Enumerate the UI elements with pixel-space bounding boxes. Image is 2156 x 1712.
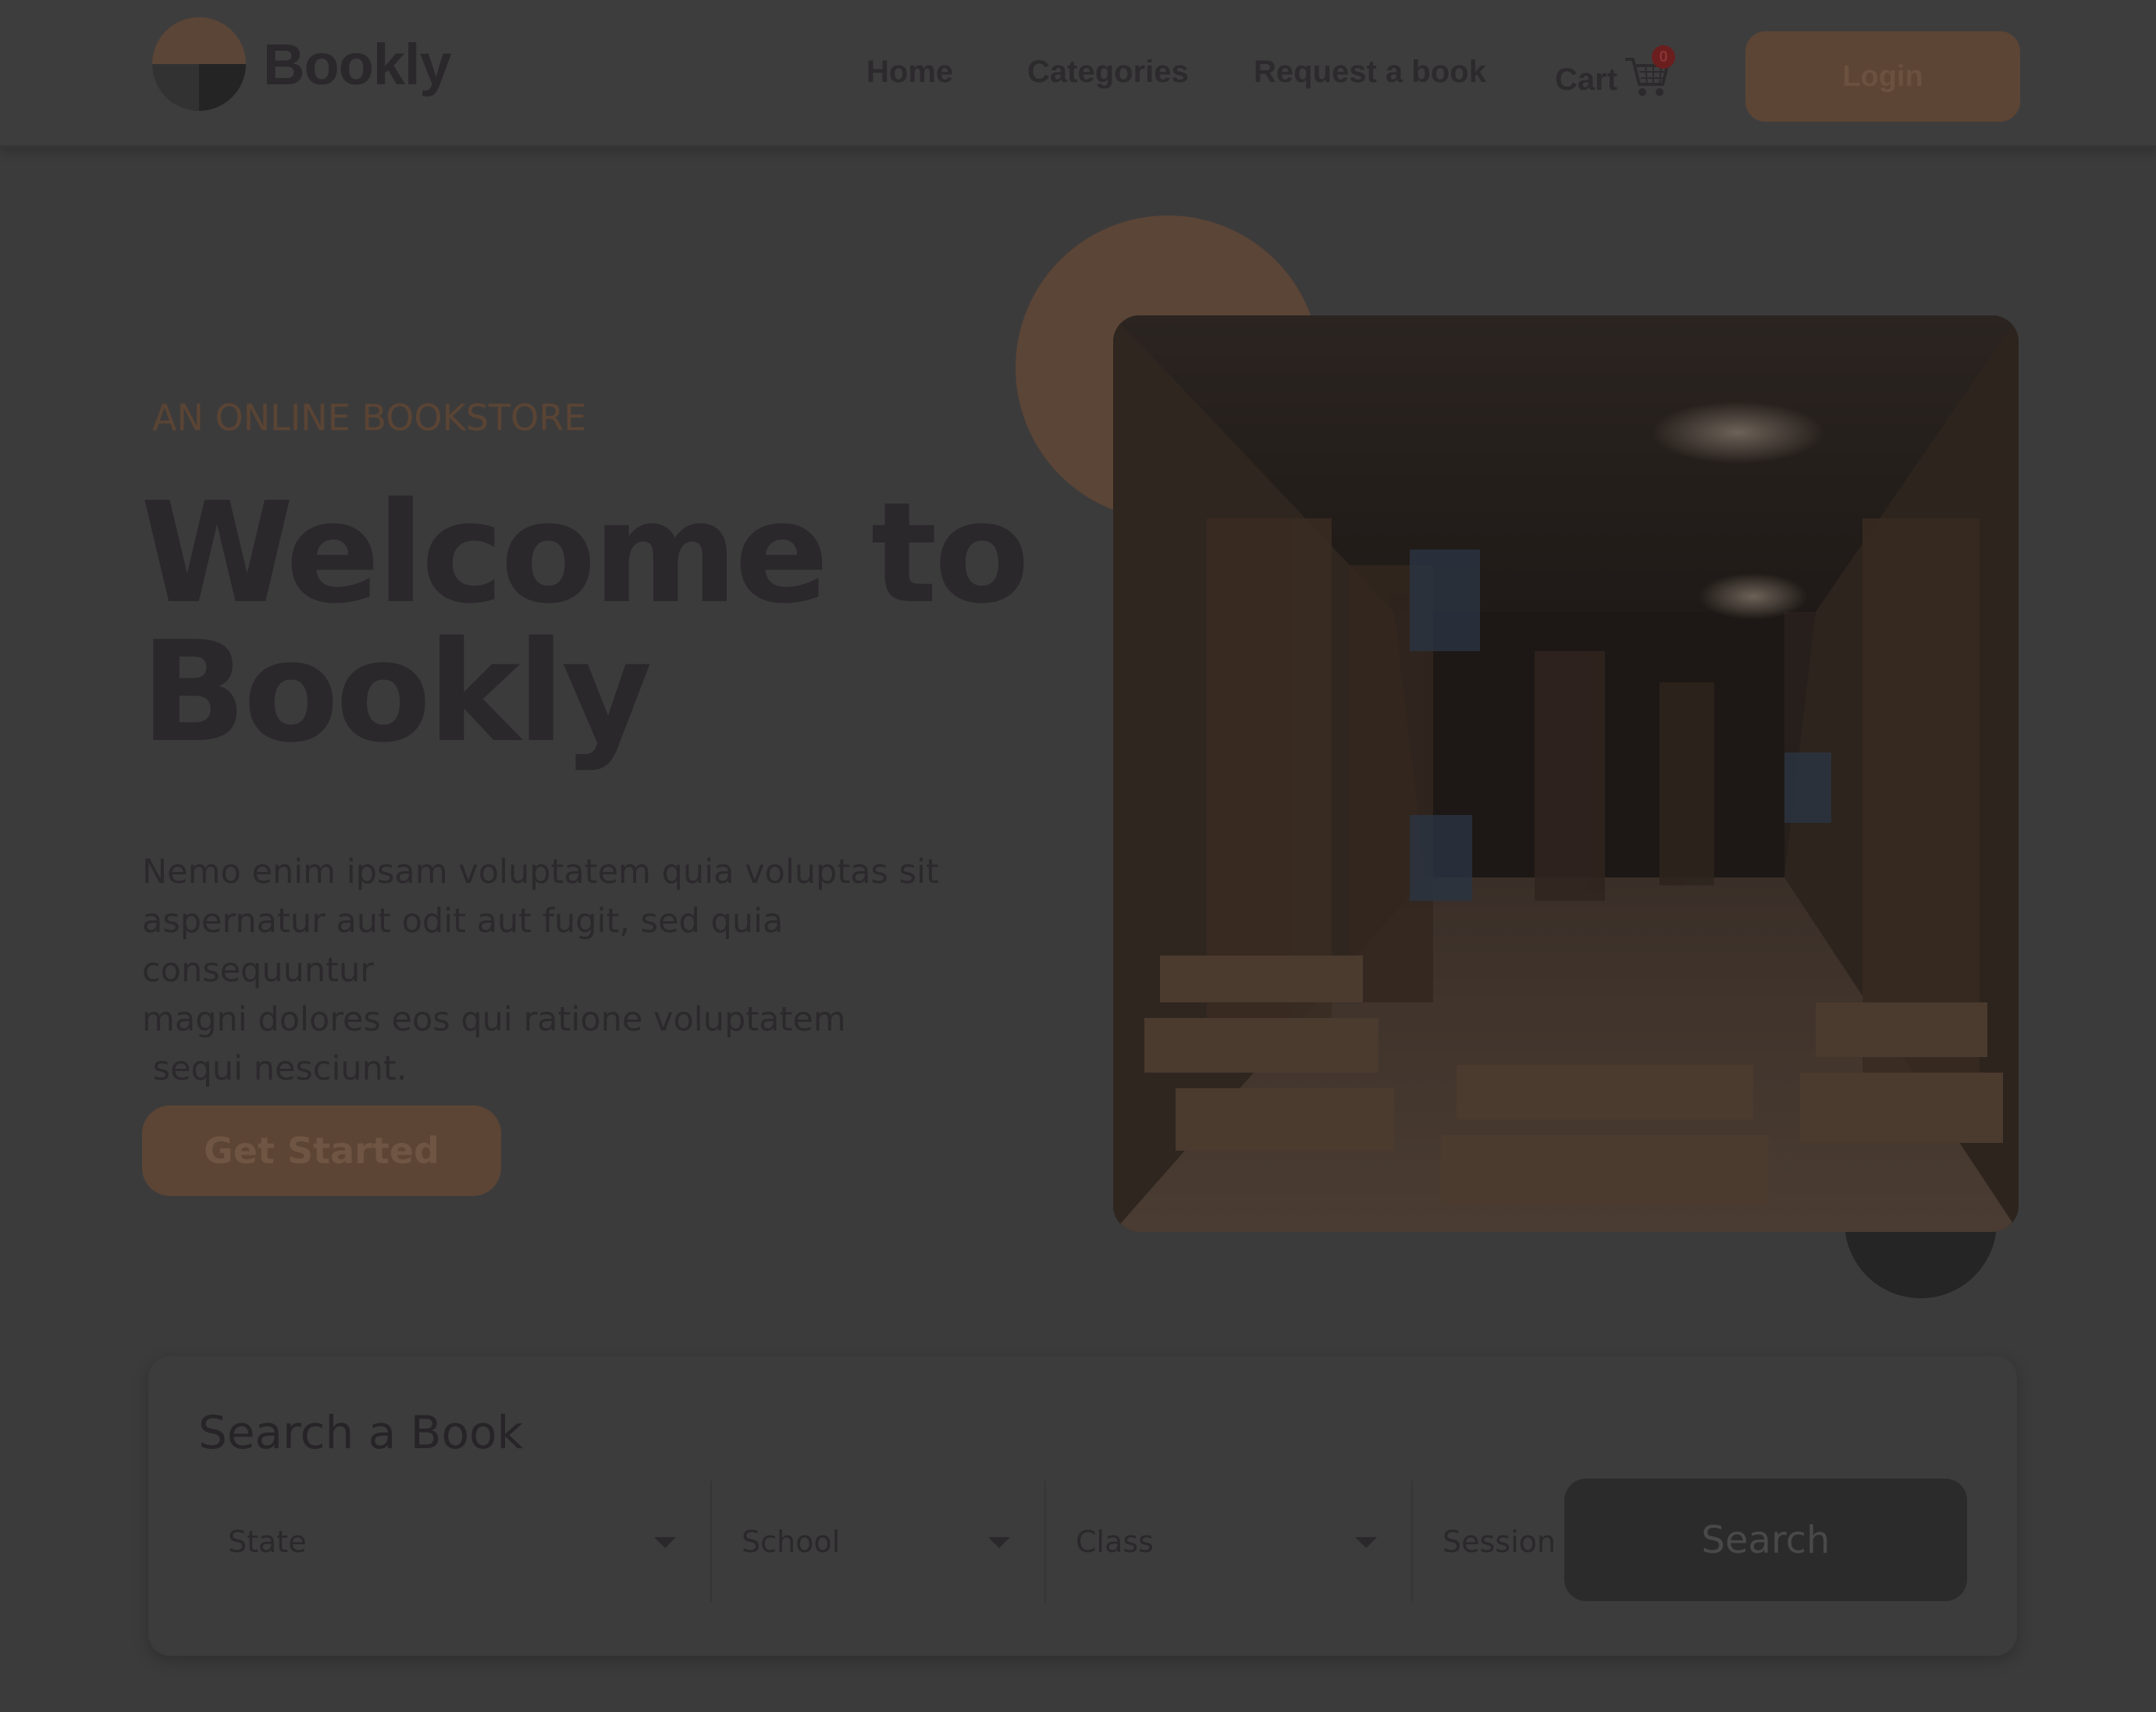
- hero-description-line: sequi nesciunt.: [142, 1049, 407, 1088]
- hero-description: Nemo enim ipsam voluptatem quia voluptas…: [142, 848, 1001, 1094]
- shopping-cart-icon: 0: [1622, 45, 1676, 101]
- get-started-button[interactable]: Get Started: [142, 1105, 501, 1196]
- hero-description-line: aspernatur aut odit aut fugit, sed quia …: [142, 902, 784, 990]
- caret-down-icon: [654, 1537, 676, 1548]
- session-select-label: Session: [1443, 1525, 1556, 1559]
- caret-down-icon: [1355, 1537, 1377, 1548]
- state-select-label: State: [228, 1525, 307, 1559]
- nav-cart-link[interactable]: Cart 0: [1555, 45, 1676, 105]
- school-select[interactable]: School: [712, 1481, 1046, 1603]
- brand-name: Bookly: [263, 31, 452, 97]
- landing-page: Bookly Home Categories Request a book Ca…: [0, 0, 2156, 1712]
- caret-down-icon: [988, 1537, 1010, 1548]
- search-book-card: Search a Book State School Class Session…: [148, 1356, 2017, 1656]
- state-select[interactable]: State: [198, 1481, 712, 1603]
- brand[interactable]: Bookly: [152, 17, 452, 111]
- login-button[interactable]: Login: [1745, 31, 2020, 122]
- hero-title: Welcome to Bookly: [141, 484, 1077, 762]
- hero-description-line: Nemo enim ipsam voluptatem quia voluptas…: [142, 852, 939, 892]
- hero-title-line-1: Welcome to: [141, 472, 1030, 634]
- nav-categories-link[interactable]: Categories: [1027, 55, 1189, 90]
- school-select-label: School: [742, 1525, 841, 1559]
- hero-title-line-2: Bookly: [141, 611, 653, 773]
- nav-home-link[interactable]: Home: [866, 55, 953, 90]
- nav-request-book-link[interactable]: Request a book: [1254, 55, 1486, 90]
- cart-label: Cart: [1555, 62, 1618, 97]
- bookstore-interior-image: [1113, 315, 2019, 1232]
- hero-eyebrow: AN ONLINE BOOKSTORE: [152, 397, 587, 439]
- hero-description-line: magni dolores eos qui ratione voluptatem: [142, 1000, 846, 1039]
- class-select[interactable]: Class: [1046, 1481, 1413, 1603]
- search-button[interactable]: Search: [1564, 1479, 1967, 1601]
- cart-count-badge: 0: [1652, 45, 1676, 69]
- class-select-label: Class: [1076, 1525, 1154, 1559]
- bookly-logo-icon: [152, 17, 246, 111]
- navbar: Bookly Home Categories Request a book Ca…: [0, 0, 2156, 148]
- search-card-title: Search a Book: [198, 1406, 524, 1459]
